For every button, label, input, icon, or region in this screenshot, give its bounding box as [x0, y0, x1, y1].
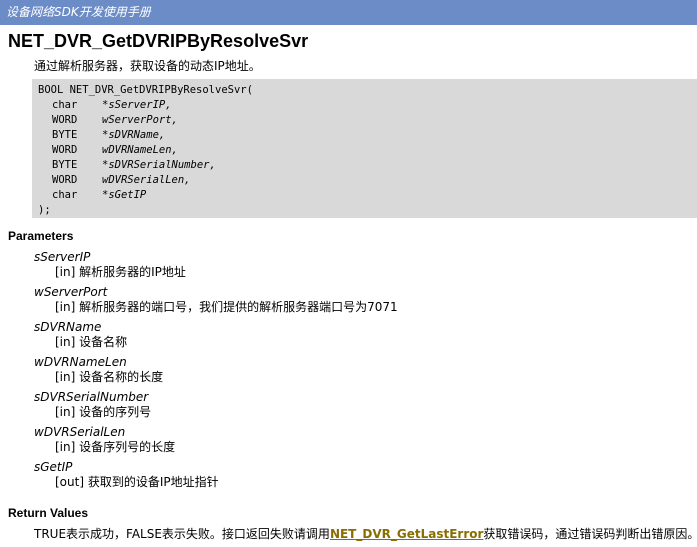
get-last-error-link[interactable]: NET_DVR_GetLastError	[330, 527, 483, 541]
code-param-line: WORD wServerPort,	[38, 113, 697, 128]
code-param-name: *sServerIP,	[102, 99, 172, 111]
code-param-name: *sGetIP	[102, 189, 147, 201]
param-name: wServerPort	[34, 285, 108, 299]
code-param-name: wDVRSerialLen,	[102, 174, 191, 186]
return-text-before: TRUE表示成功，FALSE表示失败。接口返回失败请调用	[34, 527, 330, 541]
param-description: [in] 解析服务器的IP地址	[55, 265, 186, 279]
param-name: sServerIP	[34, 250, 91, 264]
code-param-name: wServerPort,	[102, 114, 178, 126]
code-param-line: WORD wDVRNameLen,	[38, 143, 697, 158]
param-entry-wserverport: wServerPort [in] 解析服务器的端口号，我们提供的解析服务器端口号…	[34, 285, 398, 314]
param-name: sDVRName	[34, 320, 102, 334]
code-open-line: BOOL NET_DVR_GetDVRIPByResolveSvr(	[38, 84, 253, 96]
param-name: wDVRNameLen	[34, 355, 127, 369]
manual-header-text: 设备网络SDK开发使用手册	[6, 5, 151, 19]
param-entry-wdvrnamelen: wDVRNameLen [in] 设备名称的长度	[34, 355, 163, 384]
param-description: [in] 设备序列号的长度	[55, 440, 176, 454]
param-entry-sdvrname: sDVRName [in] 设备名称	[34, 320, 127, 349]
code-param-line: WORD wDVRSerialLen,	[38, 173, 697, 188]
code-param-type: BYTE	[52, 159, 78, 171]
param-description: [in] 解析服务器的端口号，我们提供的解析服务器端口号为7071	[55, 300, 398, 314]
return-values-text: TRUE表示成功，FALSE表示失败。接口返回失败请调用NET_DVR_GetL…	[34, 525, 697, 542]
code-param-type: BYTE	[52, 129, 78, 141]
code-param-line: char *sServerIP,	[38, 98, 697, 113]
param-entry-sdvrserialnumber: sDVRSerialNumber [in] 设备的序列号	[34, 390, 151, 419]
code-param-name: *sDVRName,	[102, 129, 166, 141]
function-summary: 通过解析服务器，获取设备的动态IP地址。	[34, 59, 261, 73]
code-param-type: char	[52, 99, 78, 111]
code-param-type: WORD	[52, 144, 78, 156]
code-param-line: BYTE *sDVRName,	[38, 128, 697, 143]
code-param-name: wDVRNameLen,	[102, 144, 178, 156]
code-param-line: char *sGetIP	[38, 188, 697, 203]
param-entry-wdvrseriallen: wDVRSerialLen [in] 设备序列号的长度	[34, 425, 175, 454]
function-signature-code: BOOL NET_DVR_GetDVRIPByResolveSvr( char *…	[32, 79, 697, 218]
param-entry-sgetip: sGetIP [out] 获取到的设备IP地址指针	[34, 460, 219, 489]
page-title: NET_DVR_GetDVRIPByResolveSvr	[8, 31, 309, 51]
param-description: [in] 设备的序列号	[55, 405, 152, 419]
code-close-line: );	[38, 204, 51, 216]
code-param-type: WORD	[52, 114, 78, 126]
param-description: [out] 获取到的设备IP地址指针	[55, 475, 219, 489]
param-name: wDVRSerialLen	[34, 425, 126, 439]
manual-header-bar: 设备网络SDK开发使用手册	[0, 0, 697, 25]
param-name: sDVRSerialNumber	[34, 390, 149, 404]
code-param-type: WORD	[52, 174, 78, 186]
param-entry-sserverip: sServerIP [in] 解析服务器的IP地址	[34, 250, 186, 279]
param-description: [in] 设备名称	[55, 335, 128, 349]
return-text-after: 获取错误码，通过错误码判断出错原因。	[483, 527, 697, 541]
code-param-name: *sDVRSerialNumber,	[102, 159, 216, 171]
parameters-heading: Parameters	[8, 229, 74, 243]
param-name: sGetIP	[34, 460, 73, 474]
return-values-heading: Return Values	[8, 506, 89, 520]
code-param-line: BYTE *sDVRSerialNumber,	[38, 158, 697, 173]
code-param-type: char	[52, 189, 78, 201]
param-description: [in] 设备名称的长度	[55, 370, 164, 384]
